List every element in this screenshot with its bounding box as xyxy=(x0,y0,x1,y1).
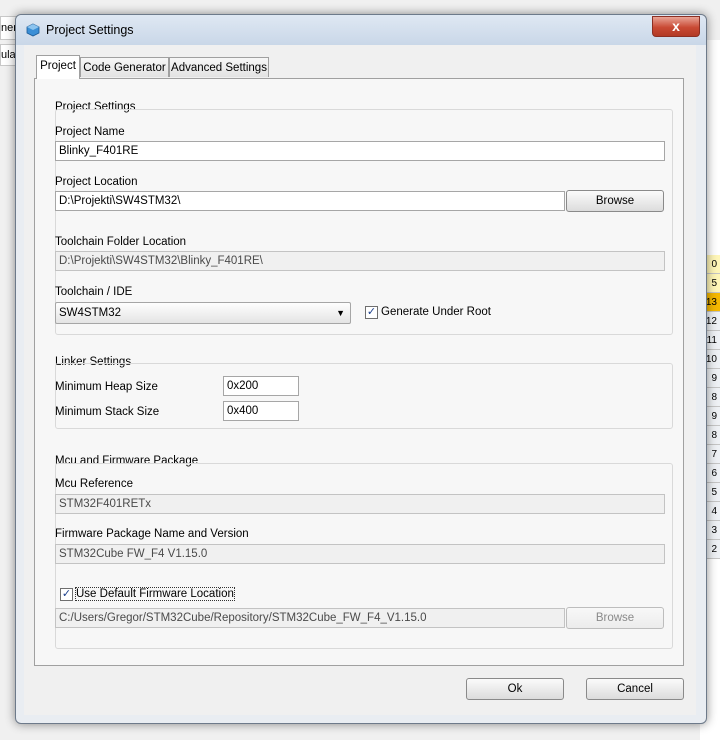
tab-advanced-settings-label: Advanced Settings xyxy=(171,62,267,74)
use-default-location-checkbox[interactable]: ✓ xyxy=(60,588,73,601)
min-stack-input[interactable] xyxy=(223,401,299,421)
tab-advanced-settings[interactable]: Advanced Settings xyxy=(169,57,269,77)
firmware-location-browse-button: Browse xyxy=(566,607,664,629)
checkmark-icon: ✓ xyxy=(366,306,377,318)
project-location-label: Project Location xyxy=(55,176,138,188)
min-heap-input[interactable] xyxy=(223,376,299,396)
tab-code-generator-label: Code Generator xyxy=(83,62,166,74)
project-tab-panel: Project Settings Project Name Project Lo… xyxy=(34,78,684,666)
dialog-client-area: Project Code Generator Advanced Settings… xyxy=(24,45,696,715)
checkmark-icon: ✓ xyxy=(61,588,72,600)
ok-button[interactable]: Ok xyxy=(466,678,564,700)
close-button[interactable]: x xyxy=(652,16,700,37)
project-settings-dialog: Project Settings x Project Code Generato… xyxy=(15,14,707,724)
generate-under-root-checkbox[interactable]: ✓ xyxy=(365,306,378,319)
toolchain-ide-select[interactable]: SW4STM32 ▼ xyxy=(55,302,351,324)
project-name-input[interactable] xyxy=(55,141,665,161)
firmware-package-input xyxy=(55,544,665,564)
toolchain-ide-label: Toolchain / IDE xyxy=(55,286,133,298)
min-stack-label: Minimum Stack Size xyxy=(55,406,160,418)
toolchain-folder-label: Toolchain Folder Location xyxy=(55,236,187,248)
project-location-input[interactable] xyxy=(55,191,565,211)
tab-project[interactable]: Project xyxy=(36,55,80,79)
tab-code-generator[interactable]: Code Generator xyxy=(80,57,169,77)
firmware-package-label: Firmware Package Name and Version xyxy=(55,528,249,540)
mcu-reference-input xyxy=(55,494,665,514)
cancel-button[interactable]: Cancel xyxy=(586,678,684,700)
chevron-down-icon: ▼ xyxy=(336,308,345,318)
close-icon: x xyxy=(672,18,680,34)
project-location-browse-button[interactable]: Browse xyxy=(566,190,664,212)
toolchain-folder-input xyxy=(55,251,665,271)
toolchain-ide-value: SW4STM32 xyxy=(59,307,121,319)
use-default-location-label[interactable]: Use Default Firmware Location xyxy=(75,587,235,601)
project-name-label: Project Name xyxy=(55,126,125,138)
generate-under-root-label[interactable]: Generate Under Root xyxy=(381,306,491,318)
min-heap-label: Minimum Heap Size xyxy=(55,381,158,393)
firmware-location-input xyxy=(55,608,565,628)
linker-settings-group xyxy=(55,363,673,429)
title-bar[interactable]: Project Settings x xyxy=(16,15,706,45)
mcu-reference-label: Mcu Reference xyxy=(55,478,133,490)
cube-app-icon xyxy=(26,23,40,37)
tab-project-label: Project xyxy=(40,60,76,72)
window-title: Project Settings xyxy=(46,23,134,37)
